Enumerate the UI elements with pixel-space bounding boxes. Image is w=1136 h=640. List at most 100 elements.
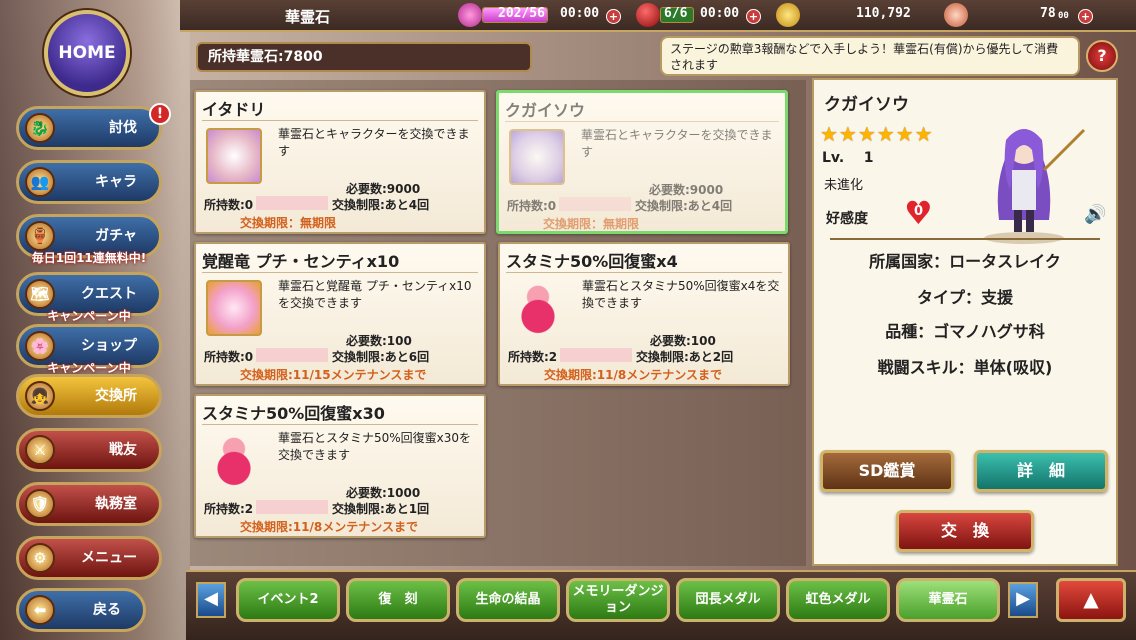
nav-comrade-label: 戦友 [109, 442, 137, 458]
card-title: スタミナ50%回復蜜x4 [506, 252, 678, 271]
nav-gacha[interactable]: 🏺 ガチャ 毎日1回11連無料中! [16, 214, 162, 265]
stamina-icon [458, 3, 482, 27]
tab-reprint[interactable]: 復 刻 [346, 578, 450, 622]
affinity-value: 0 [914, 204, 924, 219]
card-required: 必要数:100 [346, 334, 412, 348]
nav-character-label: キャラ [95, 174, 137, 190]
nav-quest[interactable]: 🗺 クエスト キャンペーン中 [16, 272, 162, 323]
card-held: 所持数:0 [507, 199, 557, 213]
info-note: ステージの勲章3報酬などで入手しよう！華霊石(有償)から優先して消費されます [660, 36, 1080, 76]
nav-office[interactable]: 🛡 執務室 [16, 482, 162, 526]
orb-plus-button[interactable]: + [746, 9, 761, 24]
character-name: クガイソウ [824, 95, 909, 115]
exchange-card-itadori[interactable]: イタドリ 華霊石とキャラクターを交換できます 必要数:9000 所持数:0 交換… [194, 90, 486, 234]
swords-icon: ⚔ [25, 435, 55, 465]
nav-subjugation-label: 討伐 [109, 120, 137, 136]
exchange-card-stamina-x30[interactable]: スタミナ50%回復蜜x30 華霊石とスタミナ50%回復蜜x30を交換できます 必… [194, 394, 486, 538]
card-held: 所持数:2 [508, 350, 558, 364]
gem-icon [944, 3, 968, 27]
card-description: 華霊石とスタミナ50%回復蜜x4を交換できます [582, 279, 780, 310]
nav-comrade[interactable]: ⚔ 戦友 [16, 428, 162, 472]
card-description: 華霊石とキャラクターを交換できます [581, 128, 773, 159]
card-expiry: 交換期限:11/8メンテナンスまで [544, 368, 722, 382]
tabs-prev-arrow[interactable]: ◀ [196, 582, 226, 618]
alert-badge: ! [149, 103, 171, 125]
card-limit: 交換制限:あと4回 [635, 199, 733, 213]
potion-icon [510, 280, 566, 336]
card-title: 覚醒竜 プチ・センティx10 [202, 252, 400, 271]
scroll-up-button[interactable]: ▲ [1056, 578, 1126, 622]
character-portrait [206, 128, 262, 184]
card-required: 必要数:9000 [346, 182, 421, 196]
potion-icon [206, 432, 262, 488]
nav-menu[interactable]: ⚙ メニュー [16, 536, 162, 580]
nav-back[interactable]: ⬅ 戻る [16, 588, 146, 632]
card-limit: 交換制限:あと4回 [332, 198, 430, 212]
card-expiry: 交換期限:11/8メンテナンスまで [240, 520, 418, 534]
card-held: 所持数:2 [204, 502, 254, 516]
stamina-plus-button[interactable]: + [606, 9, 621, 24]
attr-skill: 戦闘スキル：単体(吸収) [877, 358, 1053, 377]
dragon-icon: 🐉 [25, 113, 55, 143]
gem-suffix: 00 [1058, 11, 1069, 21]
held-bar [256, 348, 328, 362]
character-sprite [984, 128, 1086, 244]
card-description: 華霊石と覚醒竜 プチ・センティx10を交換できます [278, 279, 472, 310]
nav-exchange[interactable]: 👧 交換所 [16, 374, 162, 418]
exchange-card-stamina-x4[interactable]: スタミナ50%回復蜜x4 華霊石とスタミナ50%回復蜜x4を交換できます 必要数… [498, 242, 790, 386]
quest-banner: キャンペーン中 [47, 309, 131, 323]
ornament-divider [830, 238, 1100, 240]
card-title: スタミナ50%回復蜜x30 [202, 404, 385, 423]
character-portrait [509, 129, 565, 185]
card-required: 必要数:1000 [346, 486, 421, 500]
orb-icon [636, 3, 660, 27]
card-held: 所持数:0 [204, 350, 254, 364]
tab-event2[interactable]: イベント2 [236, 578, 340, 622]
gem-plus-button[interactable]: + [1078, 9, 1093, 24]
gold-value: 110,792 [856, 6, 911, 21]
pot-icon: 🏺 [25, 221, 55, 251]
exchange-card-dragon[interactable]: 覚醒竜 プチ・センティx10 華霊石と覚醒竜 プチ・センティx10を交換できます… [194, 242, 486, 386]
exchange-card-kugaisou[interactable]: クガイソウ 華霊石とキャラクターを交換できます 必要数:9000 所持数:0 交… [496, 90, 788, 234]
nav-back-label: 戻る [93, 602, 121, 618]
character-panel: クガイソウ ★★★★★★ Lv. 1 未進化 好感度 ♥ 0 🔊 所属国家：ロー… [812, 78, 1118, 566]
tab-captain-medal[interactable]: 団長メダル [676, 578, 780, 622]
stamina-value: 202/56 [498, 6, 545, 21]
rarity-stars: ★★★★★★ [820, 122, 934, 146]
shop-banner: キャンペーン中 [47, 361, 131, 375]
tab-rainbow-medal[interactable]: 虹色メダル [786, 578, 890, 622]
nav-subjugation[interactable]: 🐉 討伐 ! [16, 103, 171, 150]
orb-timer: 00:00 [700, 6, 740, 21]
tab-life-crystal[interactable]: 生命の結晶 [456, 578, 560, 622]
tabs-next-arrow[interactable]: ▶ [1008, 582, 1038, 618]
held-bar [256, 196, 328, 210]
nav-quest-label: クエスト [81, 286, 137, 302]
gear-icon: ⚙ [25, 543, 55, 573]
affinity-label: 好感度 [826, 211, 868, 227]
sd-view-button[interactable]: SD鑑賞 [820, 450, 954, 492]
orb-value: 6/6 [664, 6, 688, 21]
card-divider [506, 272, 782, 273]
nav-shop[interactable]: 🌸 ショップ キャンペーン中 [16, 324, 162, 375]
gem-value: 78 [1040, 6, 1056, 21]
gacha-banner: 毎日1回11連無料中! [31, 251, 147, 265]
card-divider [202, 272, 478, 273]
home-button[interactable]: HOME [44, 10, 130, 96]
card-divider [202, 424, 478, 425]
card-expiry: 交換期限:11/15メンテナンスまで [240, 368, 427, 382]
attr-nation: 所属国家：ロータスレイク [869, 252, 1061, 271]
attr-type: タイプ：支援 [916, 288, 1013, 307]
characters-icon: 👥 [25, 167, 55, 197]
tab-flower-stone[interactable]: 華霊石 [896, 578, 1000, 622]
help-button[interactable]: ? [1086, 40, 1118, 72]
card-description: 華霊石とスタミナ50%回復蜜x30を交換できます [278, 431, 472, 462]
nav-shop-label: ショップ [81, 338, 137, 354]
card-divider [202, 120, 478, 121]
top-title: 華霊石 [285, 8, 331, 26]
stamina-timer: 00:00 [560, 6, 600, 21]
nav-character[interactable]: 👥 キャラ [16, 160, 162, 204]
exchange-button[interactable]: 交 換 [896, 510, 1034, 552]
detail-button[interactable]: 詳 細 [974, 450, 1108, 492]
tab-memory-dungeon[interactable]: メモリーダンジョン [566, 578, 670, 622]
back-arrow-icon: ⬅ [25, 595, 55, 625]
